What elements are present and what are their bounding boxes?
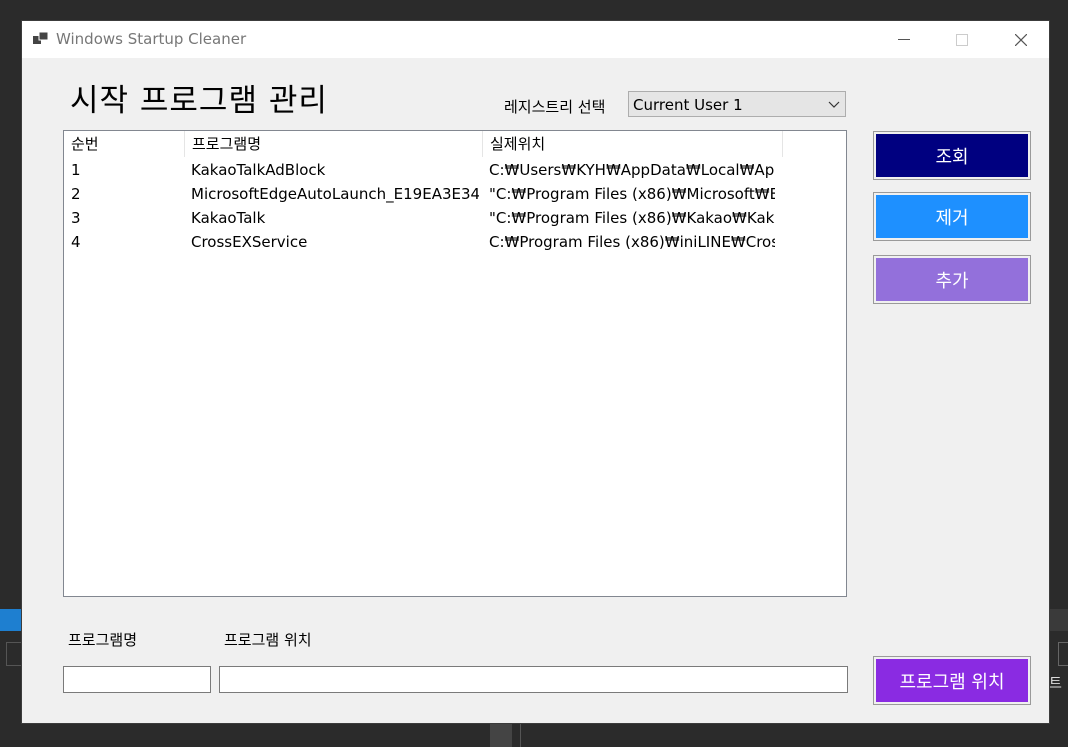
column-header-index[interactable]: 순번 [64,131,185,157]
window-title: Windows Startup Cleaner [56,30,247,48]
maximize-icon [956,33,968,46]
startup-program-list[interactable]: 순번 프로그램명 실제위치 1 KakaoTalkAdBlock C:₩User… [63,130,847,597]
program-name-input[interactable] [63,666,211,693]
page-title: 시작 프로그램 관리 [70,83,328,119]
remove-button-label: 제거 [876,195,1028,238]
list-item-name: KakaoTalk [191,209,266,227]
column-header-name[interactable]: 프로그램명 [185,131,483,157]
list-item[interactable]: 4 CrossEXService C:₩Program Files (x86)₩… [64,230,846,254]
program-location-label: 프로그램 위치 [224,631,312,649]
remove-button[interactable]: 제거 [873,192,1031,241]
background-scrollbar-fragment [490,724,512,747]
list-item-index: 1 [71,161,81,179]
close-icon [1015,33,1027,46]
add-button-label: 추가 [876,258,1028,301]
title-bar[interactable]: Windows Startup Cleaner [22,21,1049,58]
program-location-input[interactable] [219,666,848,693]
list-item[interactable]: 1 KakaoTalkAdBlock C:₩Users₩KYH₩AppData₩… [64,158,846,182]
list-item-path: "C:₩Program Files (x86)₩Microsoft₩Edg... [489,185,775,203]
main-window: Windows Startup Cleaner 시작 프로그램 관리 레지스트리… [21,20,1050,724]
minimize-button[interactable] [881,21,927,58]
background-window-fragment [1050,609,1068,631]
chevron-down-icon [828,101,840,108]
search-button[interactable]: 조회 [873,131,1031,180]
list-item-index: 2 [71,185,81,203]
add-button[interactable]: 추가 [873,255,1031,304]
registry-label: 레지스트리 선택 [504,98,606,116]
list-item-name: KakaoTalkAdBlock [191,161,326,179]
registry-select-value: Current User 1 [633,96,743,114]
list-item-name: CrossEXService [191,233,308,251]
program-location-button[interactable]: 프로그램 위치 [873,656,1031,705]
background-control-fragment [6,642,22,666]
list-item-path: C:₩Users₩KYH₩AppData₩Local₩Apps₩... [489,161,775,179]
list-item[interactable]: 2 MicrosoftEdgeAutoLaunch_E19EA3E3430...… [64,182,846,206]
list-item-path: "C:₩Program Files (x86)₩Kakao₩KakaoT... [489,209,775,227]
search-button-label: 조회 [876,134,1028,177]
list-item[interactable]: 3 KakaoTalk "C:₩Program Files (x86)₩Kaka… [64,206,846,230]
list-item-path: C:₩Program Files (x86)₩iniLINE₩CrossEX..… [489,233,775,251]
list-item-name: MicrosoftEdgeAutoLaunch_E19EA3E3430... [191,185,479,203]
program-name-label: 프로그램명 [68,631,138,649]
registry-select[interactable]: Current User 1 [628,91,846,117]
list-item-index: 4 [71,233,81,251]
column-header-path[interactable]: 실제위치 [483,131,783,157]
minimize-icon [898,38,910,40]
list-item-index: 3 [71,209,81,227]
list-header: 순번 프로그램명 실제위치 [64,131,846,157]
background-divider [520,724,521,747]
background-taskbar-fragment [0,609,21,631]
maximize-button[interactable] [939,21,985,58]
program-location-button-label: 프로그램 위치 [876,659,1028,702]
close-button[interactable] [998,21,1044,58]
app-icon [33,32,49,44]
background-control-fragment-right [1058,642,1068,666]
background-partial-text: 트 [1049,676,1062,692]
